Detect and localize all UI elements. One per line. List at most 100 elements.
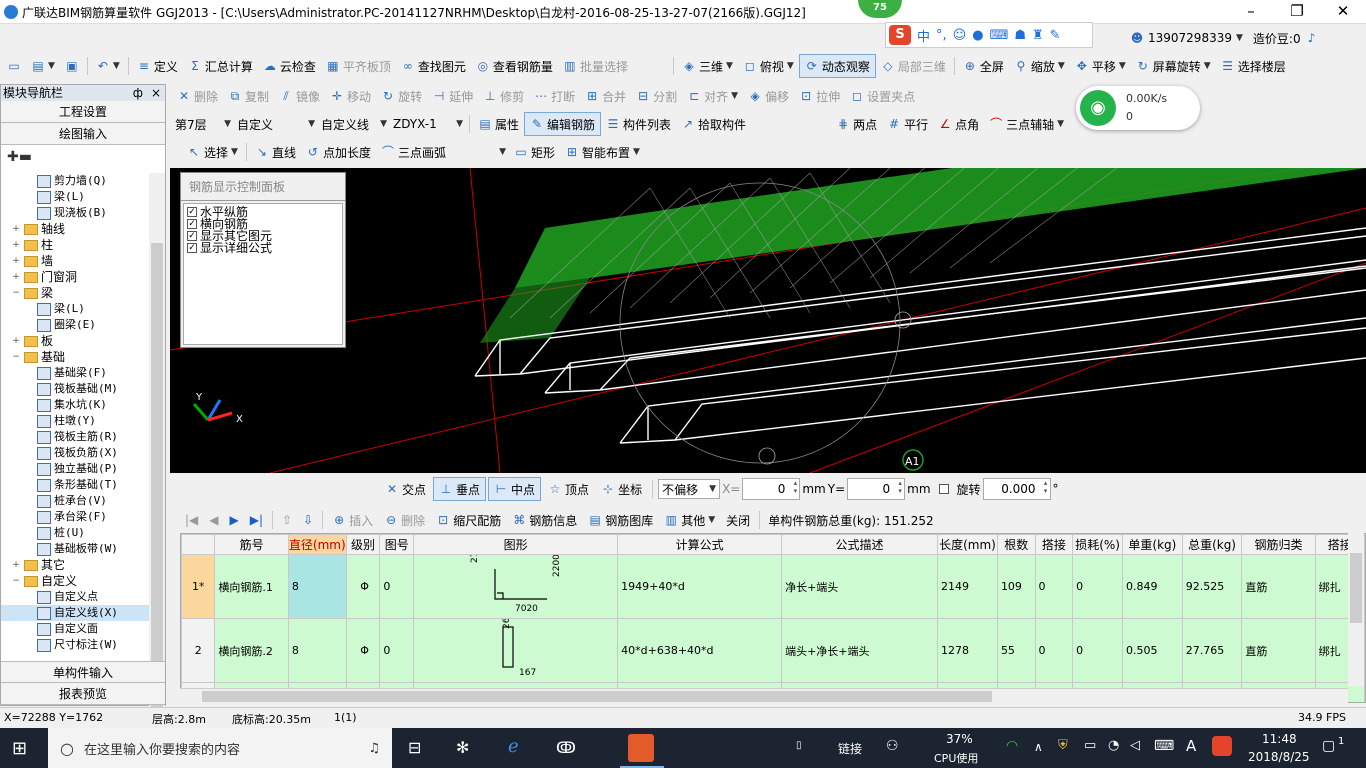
- volume-icon[interactable]: ◁: [1130, 738, 1140, 753]
- x-input[interactable]: 0: [742, 478, 801, 500]
- table-row[interactable]: 1*横向钢筋.18Φ0270220070201949+40*d净长+端头2149…: [181, 554, 1365, 619]
- battery-icon[interactable]: ▭: [1084, 738, 1096, 753]
- tree-item[interactable]: 自定义线(X): [1, 605, 149, 621]
- move-down-button[interactable]: ⇩: [298, 508, 318, 532]
- expand-toggle-icon[interactable]: −: [11, 349, 21, 365]
- cell-count[interactable]: 109: [996, 554, 1036, 619]
- column-header[interactable]: 根数: [996, 534, 1036, 555]
- tree-item[interactable]: 基础梁(F): [1, 365, 149, 381]
- tree-folder[interactable]: + 门窗洞: [1, 269, 149, 285]
- first-record-button[interactable]: |◀: [180, 508, 203, 532]
- wrench-icon[interactable]: ✎: [1050, 28, 1061, 43]
- extend-button[interactable]: ⊣ 延伸: [427, 84, 478, 108]
- project-settings-button[interactable]: 工程设置: [1, 101, 165, 123]
- snap-coordinate-button[interactable]: ⊹ 坐标: [596, 477, 647, 501]
- column-header[interactable]: 损耗(%): [1072, 534, 1124, 555]
- network-speed-popup[interactable]: ◉ 0.00K/s 0: [1076, 86, 1200, 130]
- cell-len[interactable]: 2149: [937, 554, 998, 619]
- select-floor-button[interactable]: ☰ 选择楼层: [1216, 54, 1291, 78]
- delete-button[interactable]: ✕ 删除: [172, 84, 223, 108]
- cell-grade[interactable]: Φ: [345, 618, 381, 683]
- wifi-tray-icon[interactable]: ◠: [1006, 738, 1018, 754]
- cell-loss[interactable]: 0: [1072, 554, 1124, 619]
- tree-item[interactable]: 集水坑(K): [1, 397, 149, 413]
- subtype-select[interactable]: 自定义线 ▼: [318, 114, 390, 134]
- cell-unit[interactable]: 0.505: [1122, 618, 1183, 683]
- tree-item[interactable]: 梁(L): [1, 189, 149, 205]
- save-button[interactable]: ▣: [60, 54, 84, 78]
- ime-lang[interactable]: 中: [917, 26, 930, 45]
- tree-item[interactable]: 自定义点: [1, 589, 149, 605]
- tray-expand-icon[interactable]: ∧: [1034, 740, 1043, 754]
- floor-select[interactable]: 第7层 ▼: [172, 114, 234, 134]
- rebar-library-button[interactable]: ▤ 钢筋图库: [583, 508, 658, 532]
- close-button[interactable]: ✕: [1320, 0, 1366, 24]
- screen-rotate-button[interactable]: ↻ 屏幕旋转 ▼: [1131, 54, 1216, 78]
- pin-icon[interactable]: ф: [133, 85, 143, 101]
- cell-cat[interactable]: 直筋: [1241, 554, 1316, 619]
- shape-cell[interactable]: 270 2200 7020: [413, 554, 619, 619]
- align-button[interactable]: ⊏ 对齐 ▼: [682, 84, 743, 108]
- checkbox-checked-icon[interactable]: ✓: [187, 231, 197, 241]
- cell-cat[interactable]: 直筋: [1241, 618, 1316, 683]
- last-record-button[interactable]: ▶|: [245, 508, 268, 532]
- option-show-detail-formula[interactable]: ✓ 显示详细公式: [184, 242, 342, 254]
- clock-date[interactable]: 2018/8/25: [1248, 750, 1310, 764]
- parallel-axis-button[interactable]: # 平行: [882, 112, 933, 136]
- tree-item[interactable]: 现浇板(B): [1, 205, 149, 221]
- tree-item[interactable]: 圈梁(E): [1, 317, 149, 333]
- rectangle-button[interactable]: ▭ 矩形: [509, 140, 560, 164]
- scale-rebar-button[interactable]: ⊡ 缩尺配筋: [431, 508, 506, 532]
- cell-loss[interactable]: 0: [1072, 618, 1124, 683]
- mic-icon[interactable]: ●: [972, 28, 983, 43]
- top-view-button[interactable]: ◻ 俯视 ▼: [738, 54, 799, 78]
- expand-collapse-controls[interactable]: ✚▬: [1, 145, 165, 171]
- input-lang[interactable]: A: [1186, 737, 1196, 755]
- expand-toggle-icon[interactable]: −: [11, 285, 21, 301]
- tree-item[interactable]: 剪力墙(Q): [1, 173, 149, 189]
- snap-vertex-button[interactable]: ☆ 顶点: [543, 477, 594, 501]
- column-header[interactable]: 单重(kg): [1122, 534, 1183, 555]
- column-header[interactable]: 长度(mm): [937, 534, 998, 555]
- expand-toggle-icon[interactable]: +: [11, 333, 21, 349]
- other-button[interactable]: ▥ 其他 ▼: [659, 508, 720, 532]
- keyboard-tray-icon[interactable]: ⌨: [1154, 738, 1174, 754]
- open-file-button[interactable]: ▤ ▼: [26, 54, 60, 78]
- cell-dia[interactable]: 8: [287, 554, 347, 619]
- trim-button[interactable]: ⊥ 修剪: [478, 84, 529, 108]
- cell-no[interactable]: 1*: [181, 554, 216, 619]
- point-length-button[interactable]: ↺ 点加长度: [301, 140, 376, 164]
- line-button[interactable]: ↘ 直线: [250, 140, 301, 164]
- keyboard-icon[interactable]: ⌨: [990, 28, 1009, 43]
- expand-toggle-icon[interactable]: +: [11, 221, 21, 237]
- column-header[interactable]: 直径(mm): [287, 534, 347, 555]
- tree-item[interactable]: 承台梁(F): [1, 509, 149, 525]
- scroll-up-icon[interactable]: ▯: [796, 740, 802, 751]
- zoom-button[interactable]: ⚲ 缩放 ▼: [1009, 54, 1070, 78]
- sogou-tray-icon[interactable]: [1212, 736, 1232, 756]
- column-header[interactable]: 总重(kg): [1181, 534, 1243, 555]
- column-header[interactable]: 图形: [413, 534, 619, 555]
- insert-row-button[interactable]: ⊕ 插入: [327, 508, 378, 532]
- maximize-button[interactable]: ❐: [1274, 0, 1320, 24]
- tree-folder[interactable]: + 轴线: [1, 221, 149, 237]
- cell-fig[interactable]: 0: [379, 618, 415, 683]
- close-icon[interactable]: ×: [151, 85, 161, 101]
- cell-total[interactable]: 92.525: [1181, 554, 1243, 619]
- pdf-app-icon[interactable]: [628, 734, 654, 762]
- component-list-button[interactable]: ☰ 构件列表: [601, 112, 676, 136]
- column-header[interactable]: 钢筋归类: [1241, 534, 1316, 555]
- snap-intersection-button[interactable]: ✕ 交点: [380, 477, 431, 501]
- network-icon[interactable]: ◔: [1108, 738, 1119, 753]
- view-rebar-button[interactable]: ◎ 查看钢筋量: [471, 54, 558, 78]
- shield-icon[interactable]: ⛨: [1058, 738, 1068, 753]
- notification-icon[interactable]: ▢: [1322, 738, 1335, 754]
- next-record-button[interactable]: ▶: [225, 508, 244, 532]
- expand-toggle-icon[interactable]: +: [11, 269, 21, 285]
- three-point-arc-button[interactable]: ⌒ 三点画弧: [376, 140, 451, 164]
- ie-icon[interactable]: ℯ: [508, 736, 519, 757]
- cell-fig[interactable]: 0: [379, 554, 415, 619]
- cell-len[interactable]: 1278: [937, 618, 998, 683]
- cell-dia[interactable]: 8: [287, 618, 347, 683]
- column-header[interactable]: 计算公式: [617, 534, 783, 555]
